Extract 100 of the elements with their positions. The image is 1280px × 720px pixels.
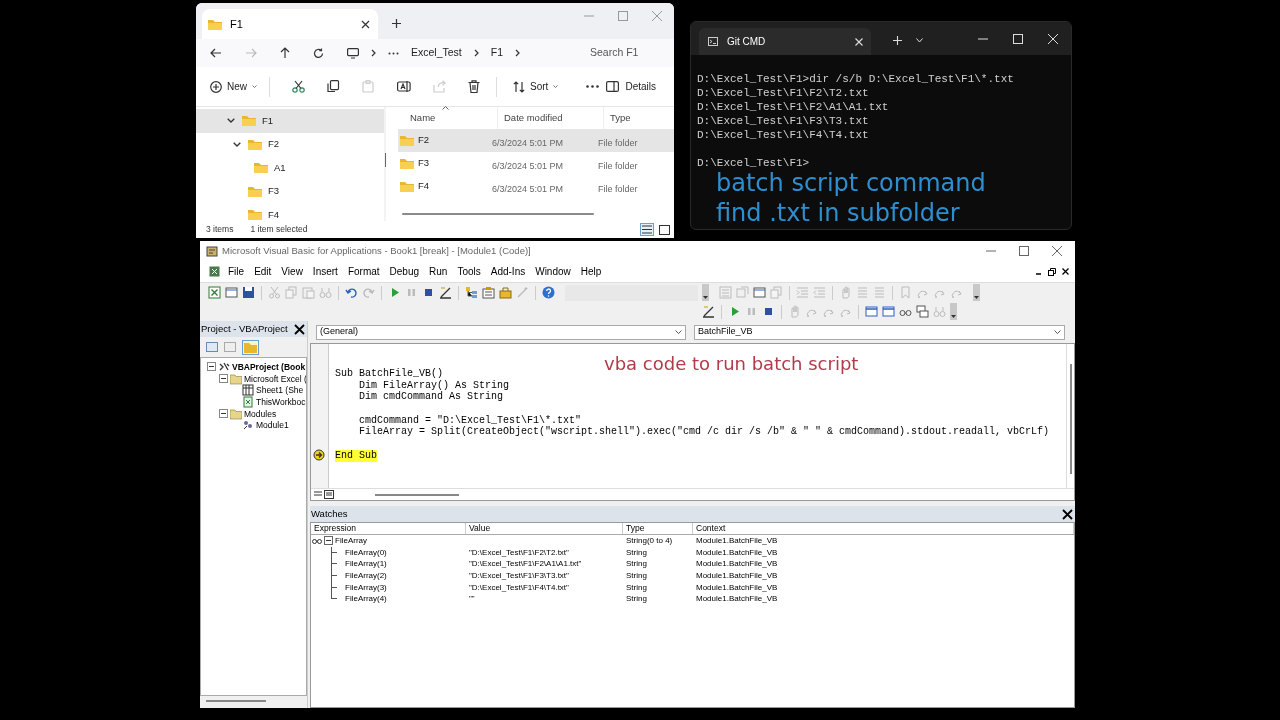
column-header[interactable]: Name	[410, 110, 436, 126]
tab[interactable]: F1	[202, 9, 378, 39]
menu-item[interactable]: Format	[342, 264, 385, 279]
execution-arrow-icon	[313, 448, 325, 461]
properties-icon[interactable]	[482, 286, 495, 299]
details-button[interactable]: Details	[606, 79, 656, 94]
tree-item[interactable]: Microsoft Excel (	[244, 373, 306, 384]
tree-icon[interactable]	[465, 286, 478, 299]
toolbar-grip[interactable]	[950, 303, 957, 320]
back-arrow-icon[interactable]	[210, 48, 222, 58]
column-header[interactable]: Expression	[314, 522, 357, 535]
menu-item[interactable]: Tools	[452, 264, 486, 279]
up-arrow-icon[interactable]	[280, 47, 290, 59]
maximize-icon[interactable]	[1019, 246, 1029, 256]
collapse-icon[interactable]	[219, 374, 228, 384]
scrollbar-thumb[interactable]	[402, 213, 594, 215]
tree-item[interactable]: F3	[196, 179, 384, 203]
file-row[interactable]: F2 6/3/2024 5:01 PM File folder	[398, 129, 674, 152]
tree-item[interactable]: A1	[196, 156, 384, 180]
column-header[interactable]: Type	[626, 522, 645, 535]
stop-icon[interactable]	[422, 286, 435, 299]
rename-icon[interactable]	[397, 80, 411, 93]
collapse-icon[interactable]	[324, 536, 333, 546]
watch-type: String	[626, 558, 647, 571]
tree-item[interactable]: Modules	[244, 408, 277, 419]
monitor-icon[interactable]	[347, 47, 359, 59]
file-row[interactable]: F3 6/3/2024 5:01 PM File folder	[398, 152, 674, 175]
copy-icon[interactable]	[327, 80, 340, 93]
excel-icon[interactable]	[209, 266, 220, 277]
collapse-icon[interactable]	[219, 409, 228, 419]
help-icon[interactable]	[542, 286, 555, 299]
sort-button[interactable]: Sort	[513, 79, 559, 94]
more-icon[interactable]	[586, 85, 600, 88]
menu-item[interactable]: View	[276, 264, 308, 279]
terminal-line: D:\Excel_Test\F1>	[697, 156, 811, 170]
breadcrumb[interactable]: F1	[490, 45, 504, 61]
dropdown[interactable]: (General)	[316, 324, 686, 340]
close-icon[interactable]	[1062, 508, 1073, 520]
design-mode-icon[interactable]	[702, 305, 715, 318]
dropdown[interactable]: BatchFile_VB	[694, 324, 1065, 340]
save-icon[interactable]	[242, 286, 255, 299]
tab[interactable]: Git CMD	[699, 28, 871, 55]
tree-item[interactable]: F1	[196, 109, 384, 133]
close-icon[interactable]	[361, 19, 370, 29]
view-code-icon[interactable]	[206, 342, 218, 352]
stop-icon[interactable]	[762, 305, 775, 318]
design-mode-icon[interactable]	[439, 286, 452, 299]
search-field[interactable]: Search F1	[590, 45, 668, 61]
more-icon[interactable]	[388, 51, 399, 55]
column-header[interactable]: Date modified	[504, 110, 563, 126]
tree-item[interactable]: Sheet1 (She	[256, 385, 304, 396]
watch-type: String	[626, 569, 647, 582]
breadcrumb[interactable]: Excel_Test	[411, 45, 462, 61]
date-modified: 6/3/2024 5:01 PM	[492, 160, 564, 171]
new-button[interactable]: New	[210, 79, 269, 94]
close-icon[interactable]	[1062, 268, 1069, 275]
sheet-icon[interactable]	[208, 286, 221, 299]
menu-item[interactable]: Debug	[384, 264, 424, 279]
toolbar-grip[interactable]	[973, 284, 980, 301]
column-header[interactable]: Context	[696, 522, 726, 535]
column-header[interactable]: Value	[469, 522, 491, 535]
window-icon[interactable]	[882, 305, 895, 318]
menu-item[interactable]: Edit	[249, 264, 277, 279]
file-row[interactable]: F4 6/3/2024 5:01 PM File folder	[398, 175, 674, 198]
column-header[interactable]: Type	[610, 110, 631, 126]
chevron-down-icon[interactable]	[233, 141, 241, 147]
refresh-icon[interactable]	[313, 47, 324, 59]
tree-item[interactable]: VBAProject (Book	[232, 361, 306, 372]
folder-toggle-icon[interactable]	[244, 341, 257, 353]
menu-item[interactable]: Help	[575, 264, 607, 279]
scrollbar-thumb[interactable]	[1069, 364, 1072, 474]
menu-item[interactable]: Insert	[307, 264, 343, 279]
menu-item[interactable]: Window	[530, 264, 576, 279]
form-icon[interactable]	[753, 286, 766, 299]
trash-icon[interactable]	[468, 80, 480, 93]
stack-icon[interactable]	[916, 305, 929, 318]
menu-item[interactable]: Add-Ins	[485, 264, 531, 279]
toolbox-icon[interactable]	[499, 286, 512, 299]
clipboard-icon[interactable]	[362, 80, 375, 93]
form-icon[interactable]	[225, 286, 238, 299]
tree-item[interactable]: F2	[196, 132, 384, 156]
restore-icon[interactable]	[1048, 267, 1056, 276]
file-type: File folder	[598, 183, 638, 194]
scrollbar-thumb[interactable]	[375, 493, 459, 496]
tiles-view-icon[interactable]	[659, 224, 670, 235]
menu-item[interactable]: Run	[424, 264, 453, 279]
undo-icon[interactable]	[345, 286, 358, 299]
chevron-down-icon[interactable]	[227, 118, 235, 124]
window-icon[interactable]	[865, 305, 878, 318]
close-icon[interactable]	[294, 323, 305, 335]
details-view-icon[interactable]	[642, 225, 652, 234]
collapse-icon[interactable]	[207, 362, 216, 372]
tree-item[interactable]: ThisWorkboc	[256, 396, 306, 407]
menu-item[interactable]: File	[223, 264, 250, 279]
module-view-icon[interactable]	[324, 490, 334, 499]
plus-icon[interactable]	[392, 18, 401, 28]
tree-item[interactable]: F4	[196, 203, 384, 221]
tree-item[interactable]: Module1	[256, 420, 289, 431]
scissors-icon[interactable]	[292, 80, 305, 93]
toolbar-grip[interactable]	[702, 284, 709, 301]
